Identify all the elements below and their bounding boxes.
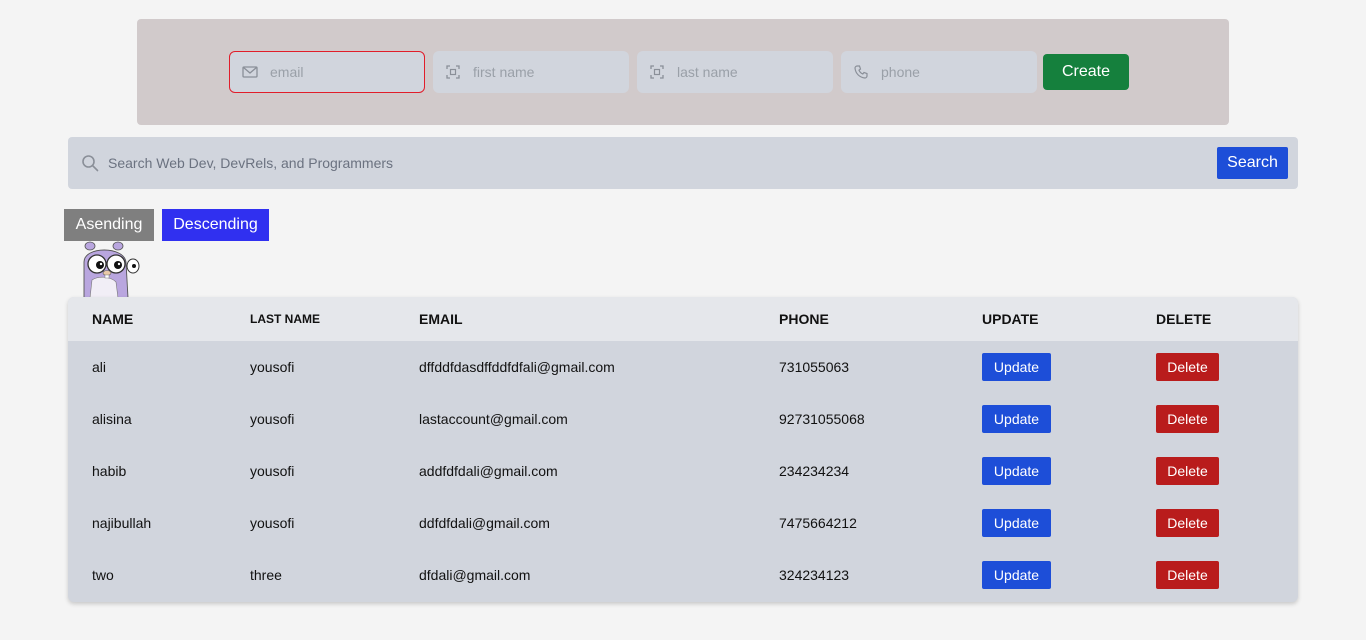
- cell-name: habib: [92, 463, 127, 479]
- create-button[interactable]: Create: [1043, 54, 1129, 90]
- phone-input[interactable]: [881, 64, 1031, 80]
- phone-field[interactable]: [841, 51, 1037, 93]
- cell-phone: 731055063: [779, 359, 850, 375]
- cell-name: najibullah: [92, 515, 152, 531]
- cell-phone: 92731055068: [779, 411, 865, 427]
- last-name-input[interactable]: [677, 64, 827, 80]
- table-row: najibullah yousofi ddfdfdali@gmail.com 7…: [68, 497, 1298, 549]
- gopher-mascot-image: [78, 240, 142, 299]
- cell-phone: 234234234: [779, 463, 850, 479]
- search-button[interactable]: Search: [1217, 147, 1288, 179]
- sort-descending-button[interactable]: Descending: [162, 209, 269, 241]
- cell-email: dffddfdasdffddfdfali@gmail.com: [419, 359, 615, 375]
- delete-button[interactable]: Delete: [1156, 353, 1219, 381]
- cell-last-name: yousofi: [250, 463, 295, 479]
- table-header-row: NAME LAST NAME EMAIL PHONE UPDATE DELETE: [68, 297, 1298, 341]
- table-row: habib yousofi addfdfdali@gmail.com 23423…: [68, 445, 1298, 497]
- cell-email: ddfdfdali@gmail.com: [419, 515, 550, 531]
- cell-phone: 7475664212: [779, 515, 857, 531]
- header-delete: DELETE: [1156, 311, 1212, 327]
- cell-email: dfdali@gmail.com: [419, 567, 531, 583]
- header-last-name: LAST NAME: [250, 312, 320, 326]
- update-button[interactable]: Update: [982, 561, 1051, 589]
- email-input[interactable]: [270, 64, 420, 80]
- cell-last-name: yousofi: [250, 359, 295, 375]
- delete-button[interactable]: Delete: [1156, 561, 1219, 589]
- cell-last-name: three: [250, 567, 282, 583]
- cell-email: lastaccount@gmail.com: [419, 411, 568, 427]
- update-button[interactable]: Update: [982, 457, 1051, 485]
- first-name-input[interactable]: [473, 64, 623, 80]
- search-icon: [68, 154, 108, 172]
- id-card-icon: [433, 65, 473, 79]
- header-phone: PHONE: [779, 311, 829, 327]
- first-name-field[interactable]: [433, 51, 629, 93]
- search-bar: Search: [68, 137, 1298, 189]
- header-update: UPDATE: [982, 311, 1039, 327]
- cell-name: alisina: [92, 411, 132, 427]
- mail-icon: [230, 65, 270, 79]
- table-row: alisina yousofi lastaccount@gmail.com 92…: [68, 393, 1298, 445]
- table-row: ali yousofi dffddfdasdffddfdfali@gmail.c…: [68, 341, 1298, 393]
- search-input[interactable]: [108, 155, 1217, 171]
- create-panel: Create: [137, 19, 1229, 125]
- update-button[interactable]: Update: [982, 509, 1051, 537]
- header-name: NAME: [92, 311, 134, 327]
- cell-email: addfdfdali@gmail.com: [419, 463, 558, 479]
- delete-button[interactable]: Delete: [1156, 405, 1219, 433]
- header-email: EMAIL: [419, 311, 463, 327]
- cell-phone: 324234123: [779, 567, 850, 583]
- last-name-field[interactable]: [637, 51, 833, 93]
- cell-last-name: yousofi: [250, 515, 295, 531]
- delete-button[interactable]: Delete: [1156, 457, 1219, 485]
- update-button[interactable]: Update: [982, 353, 1051, 381]
- update-button[interactable]: Update: [982, 405, 1051, 433]
- phone-icon: [841, 65, 881, 79]
- delete-button[interactable]: Delete: [1156, 509, 1219, 537]
- users-table: NAME LAST NAME EMAIL PHONE UPDATE DELETE…: [68, 297, 1298, 602]
- cell-name: two: [92, 567, 114, 583]
- table-row: two three dfdali@gmail.com 324234123 Upd…: [68, 549, 1298, 601]
- cell-last-name: yousofi: [250, 411, 295, 427]
- sort-ascending-button[interactable]: Asending: [64, 209, 154, 241]
- email-field[interactable]: [229, 51, 425, 93]
- id-card-icon: [637, 65, 677, 79]
- cell-name: ali: [92, 359, 107, 375]
